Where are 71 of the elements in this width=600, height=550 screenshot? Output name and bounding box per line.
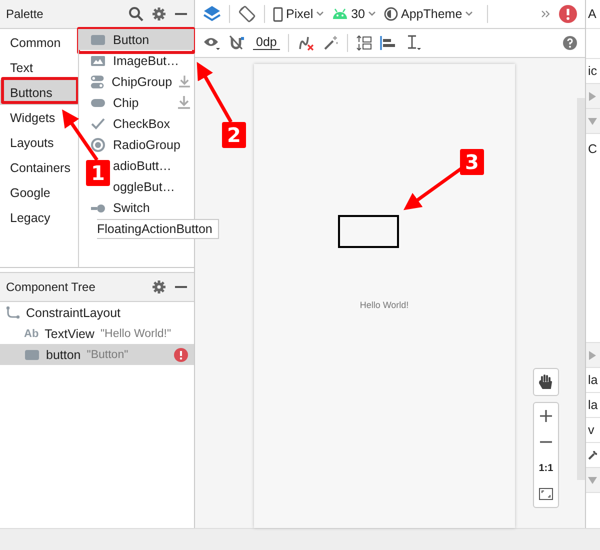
button-outline[interactable] [338, 215, 399, 248]
radiogroup-icon [90, 136, 106, 152]
tree-item[interactable]: ConstraintLayout [0, 302, 194, 323]
text-type-icon: Ab [24, 328, 39, 340]
more-chevron-icon[interactable] [541, 10, 551, 18]
error-icon[interactable] [559, 5, 577, 23]
plus-icon [540, 410, 552, 422]
error-icon [174, 348, 188, 362]
caret-icon [465, 11, 474, 17]
palette-item[interactable]: ImageBut… [113, 54, 194, 68]
help-icon[interactable] [563, 36, 577, 50]
palette-item[interactable]: adioButt… [113, 158, 194, 172]
fit-screen-icon [538, 488, 553, 500]
button-icon [24, 348, 40, 360]
tree-label: button [46, 348, 81, 362]
panel-title: Palette [6, 7, 44, 21]
scrollbar[interactable] [577, 98, 585, 480]
constraint-icon [6, 306, 20, 320]
phone-icon [273, 6, 283, 22]
device-dropdown[interactable]: Pixel [273, 6, 324, 22]
tree-item[interactable]: button "Button" [0, 344, 194, 365]
palette-category[interactable]: Widgets [0, 105, 78, 130]
pack-icon[interactable] [356, 35, 372, 51]
caret-icon [368, 11, 376, 17]
palette-item[interactable]: ChipGroup [112, 74, 172, 88]
eye-icon[interactable] [203, 36, 221, 50]
hello-text[interactable]: Hello World! [360, 300, 409, 312]
magic-wand-icon[interactable] [322, 35, 339, 51]
check-icon [90, 116, 106, 132]
palette-item[interactable]: Chip [113, 96, 171, 110]
palette-category[interactable]: Containers [0, 155, 78, 180]
clear-constraints-icon[interactable] [296, 35, 315, 51]
settings-icon[interactable] [152, 7, 166, 21]
palette-item[interactable]: Switch [113, 200, 194, 214]
theme-dropdown[interactable]: AppTheme [384, 7, 474, 21]
layers-icon[interactable] [203, 5, 221, 23]
palette-item[interactable]: RadioGroup [113, 138, 194, 152]
tree-label: ConstraintLayout [26, 306, 121, 320]
tree-detail: "Hello World!" [100, 328, 172, 340]
magnet-off-icon[interactable] [229, 35, 245, 51]
align-icon[interactable] [380, 35, 398, 51]
guidelines-icon[interactable] [406, 35, 422, 51]
palette-category[interactable]: Legacy [0, 205, 78, 230]
tree-label: TextView [44, 326, 94, 340]
palette-item[interactable]: CheckBox [113, 116, 194, 130]
margin-field[interactable]: 0dp [253, 36, 280, 50]
rotate-icon[interactable] [238, 5, 256, 23]
wrench-icon[interactable] [588, 450, 598, 460]
arrow [196, 62, 233, 123]
step-number-badge: 1 [86, 160, 110, 186]
caret-icon [316, 11, 324, 17]
palette-category[interactable]: Google [0, 180, 78, 205]
arrow [62, 109, 98, 161]
palette-category[interactable]: Common [0, 30, 78, 55]
step-number-badge: 2 [222, 122, 246, 148]
tree-item[interactable]: Ab TextView "Hello World!" [0, 323, 194, 344]
palette-item[interactable]: FloatingActionButton [97, 218, 220, 238]
theme-icon [384, 7, 398, 21]
api-dropdown[interactable]: 30 [332, 7, 376, 21]
palette-category[interactable]: Text [0, 55, 78, 80]
search-icon[interactable] [128, 6, 144, 22]
settings-icon[interactable] [152, 280, 166, 294]
step-number-badge: 3 [460, 149, 484, 175]
tree-detail: "Button" [86, 348, 128, 360]
palette-item[interactable]: oggleBut… [113, 180, 194, 194]
panel-title: Component Tree [6, 280, 96, 294]
android-icon [332, 8, 348, 20]
chipgroup-icon [90, 74, 105, 90]
zoom-reset-button[interactable]: 1:1 [538, 455, 554, 481]
palette-category[interactable]: Layouts [0, 130, 78, 155]
pan-button[interactable] [532, 368, 560, 396]
